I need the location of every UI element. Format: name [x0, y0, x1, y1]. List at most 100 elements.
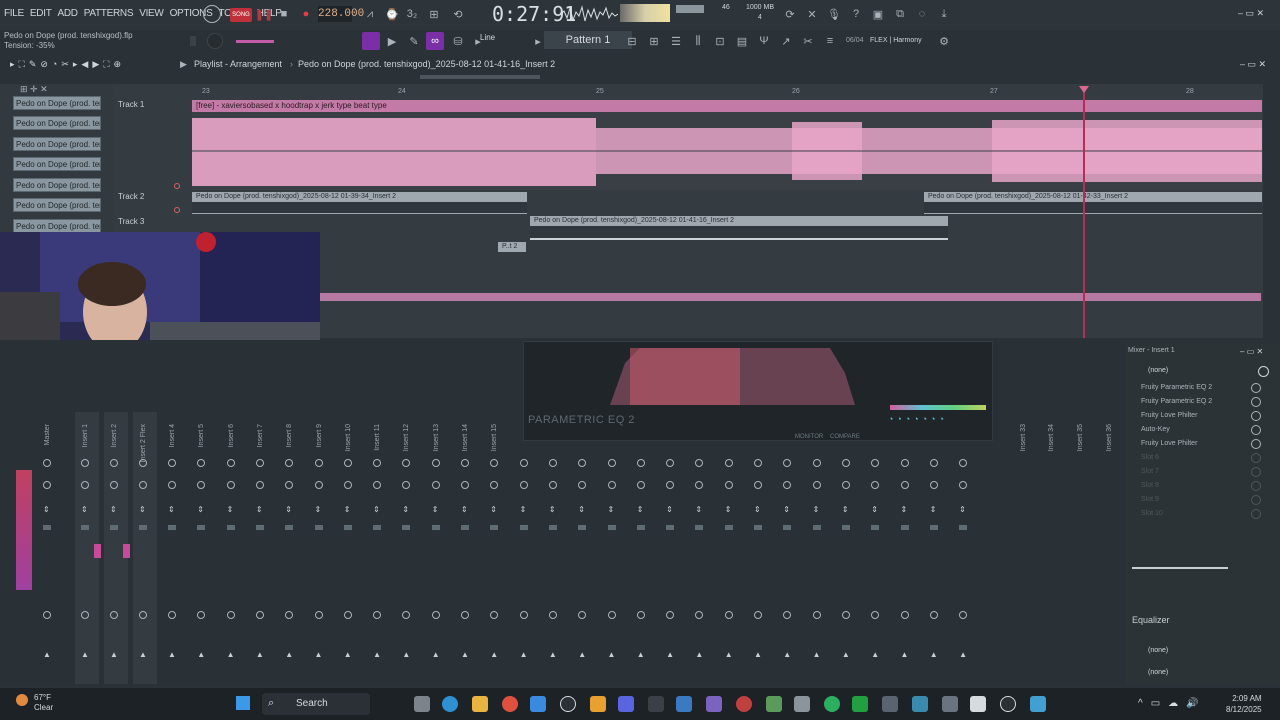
mixer-fx-slot[interactable]: Slot 9: [1141, 496, 1159, 503]
mixer-channel-label[interactable]: Insert 14: [462, 424, 469, 451]
mixer-volume-fader[interactable]: [43, 525, 51, 530]
mixer-channel-label[interactable]: Master: [44, 424, 51, 445]
mixer-pan-knob[interactable]: [43, 459, 51, 467]
mixer-route-icon[interactable]: ▲: [608, 650, 616, 659]
chat-icon[interactable]: ◌: [914, 6, 930, 22]
mixer-volume-fader[interactable]: [139, 525, 147, 530]
picker-item[interactable]: Pedo on Dope (prod. tens..: [13, 198, 101, 212]
app-icon-9[interactable]: [970, 696, 986, 712]
picker-item[interactable]: Pedo on Dope (prod. tens..: [13, 219, 101, 233]
mixer-pan-knob[interactable]: [139, 459, 147, 467]
mixer-pan-knob[interactable]: [431, 459, 440, 467]
chrome-icon[interactable]: [502, 696, 518, 712]
settings-icon[interactable]: [942, 696, 958, 712]
flex-settings-icon[interactable]: ⚙: [936, 33, 952, 49]
mixer-slot-mix-knob[interactable]: [1251, 509, 1261, 519]
mixer-stereo-icon[interactable]: ⇕: [315, 505, 322, 514]
mixer-route-icon[interactable]: ▲: [695, 650, 703, 659]
file-explorer-icon[interactable]: [472, 696, 488, 712]
help-icon[interactable]: ?: [848, 6, 864, 22]
mixer-fx-knob[interactable]: [461, 611, 469, 619]
picker-tools-icon[interactable]: ⊞ ✛ ✕: [20, 84, 48, 95]
weather-widget[interactable]: 67°F Clear: [34, 693, 53, 713]
mixer-stereo-icon[interactable]: ⇕: [901, 505, 908, 514]
mixer-send-knob[interactable]: [81, 481, 89, 489]
mixer-route-icon[interactable]: ▲: [520, 650, 528, 659]
mixer-route-icon[interactable]: ▲: [227, 650, 235, 659]
picker-item[interactable]: Pedo on Dope (prod. tens..: [13, 116, 101, 130]
mixer-slot-mix-knob[interactable]: [1251, 495, 1261, 505]
mixer-fx-knob[interactable]: [226, 611, 235, 619]
mixer-volume-fader[interactable]: [666, 525, 675, 530]
mixer-volume-fader[interactable]: [314, 525, 323, 530]
track-2-clip-b[interactable]: Pedo on Dope (prod. tenshixgod)_2025-08-…: [924, 192, 1262, 202]
mixer-fx-knob[interactable]: [168, 611, 176, 619]
mixer-icon[interactable]: ⫼: [690, 33, 706, 49]
mixer-volume-fader[interactable]: [929, 525, 938, 530]
picker-item[interactable]: Pedo on Dope (prod. tens..: [13, 157, 101, 171]
mixer-channel-label[interactable]: Insert 2: [111, 424, 118, 447]
mixer-fx-knob[interactable]: [900, 611, 909, 619]
mixer-fx-knob[interactable]: [548, 611, 557, 619]
mixer-slot-mix-knob[interactable]: [1251, 383, 1261, 393]
mixer-stereo-icon[interactable]: ⇕: [285, 505, 292, 514]
loop-record-icon[interactable]: ⟲: [450, 6, 466, 22]
app-icon-5[interactable]: [794, 696, 810, 712]
mixer-volume-fader[interactable]: [519, 525, 528, 530]
mixer-stereo-icon[interactable]: ⇕: [344, 505, 351, 514]
mixer-fx-knob[interactable]: [519, 611, 528, 619]
channel-rack-icon[interactable]: ⊟: [624, 33, 640, 49]
record-loop-icon[interactable]: [203, 5, 221, 23]
mixer-stereo-icon[interactable]: ⇕: [549, 505, 556, 514]
mixer-slot-mix-knob[interactable]: [1251, 397, 1261, 407]
taskbar-search[interactable]: Search: [262, 693, 370, 715]
mixer-stereo-icon[interactable]: ⇕: [608, 505, 615, 514]
mixer-send-knob[interactable]: [519, 481, 528, 489]
mixer-send-knob[interactable]: [431, 481, 440, 489]
mixer-route-icon[interactable]: ▲: [402, 650, 410, 659]
pause-icon[interactable]: ❚❚: [255, 6, 273, 22]
mixer-pan-knob[interactable]: [841, 459, 850, 467]
mixer-channel-label[interactable]: Insert 4: [169, 424, 176, 447]
browser-icon[interactable]: ☰: [668, 33, 684, 49]
mixer-route-icon[interactable]: ▲: [725, 650, 733, 659]
mixer-route-icon[interactable]: ▲: [285, 650, 293, 659]
mixer-pan-knob[interactable]: [900, 459, 909, 467]
eq-monitor-button[interactable]: MONITOR: [795, 434, 823, 440]
mixer-window-controls-icon[interactable]: – ▭ ✕: [1240, 347, 1263, 356]
track-1-label[interactable]: Track 1: [113, 100, 192, 109]
app-icon-8[interactable]: [912, 696, 928, 712]
menu-patterns[interactable]: PATTERNS: [84, 8, 134, 19]
wait-input-icon[interactable]: ⌚: [384, 6, 400, 22]
mixer-send-knob[interactable]: [461, 481, 469, 489]
stamp-icon[interactable]: ⛁: [450, 33, 466, 49]
mixer-volume-fader[interactable]: [431, 525, 440, 530]
stop-icon[interactable]: ■: [276, 6, 292, 22]
fl-studio-icon[interactable]: [590, 696, 606, 712]
window-controls-icon[interactable]: – ▭ ✕: [1238, 8, 1264, 19]
mixer-slot-mix-knob[interactable]: [1251, 453, 1261, 463]
mixer-volume-fader[interactable]: [197, 525, 206, 530]
mixer-stereo-icon[interactable]: ⇕: [227, 505, 234, 514]
mixer-stereo-icon[interactable]: ⇕: [754, 505, 761, 514]
mixer-volume-fader[interactable]: [724, 525, 733, 530]
mixer-route-icon[interactable]: ▲: [842, 650, 850, 659]
refresh-icon[interactable]: ⟳: [782, 6, 798, 22]
menu-edit[interactable]: EDIT: [30, 8, 52, 19]
mixer-pan-knob[interactable]: [81, 459, 89, 467]
mixer-volume-fader[interactable]: [548, 525, 557, 530]
snap-mode-select[interactable]: Line: [480, 33, 495, 42]
mixer-channel-label[interactable]: Insert 36: [1106, 424, 1113, 451]
picker-item[interactable]: Pedo on Dope (prod. tens..: [13, 137, 101, 151]
mixer-stereo-icon[interactable]: ⇕: [578, 505, 585, 514]
mixer-channel-label[interactable]: Insert 13: [433, 424, 440, 451]
playhead[interactable]: [1083, 88, 1085, 338]
mixer-route-icon[interactable]: ▲: [81, 650, 89, 659]
mixer-volume-fader[interactable]: [81, 525, 89, 530]
menu-view[interactable]: VIEW: [139, 8, 164, 19]
edge-icon[interactable]: [442, 696, 458, 712]
system-tray-icon[interactable]: ^▭☁🔊: [1138, 698, 1207, 709]
menu-file[interactable]: FILE: [4, 8, 24, 19]
save-icon[interactable]: ▣: [870, 6, 886, 22]
mixer-pan-knob[interactable]: [929, 459, 938, 467]
